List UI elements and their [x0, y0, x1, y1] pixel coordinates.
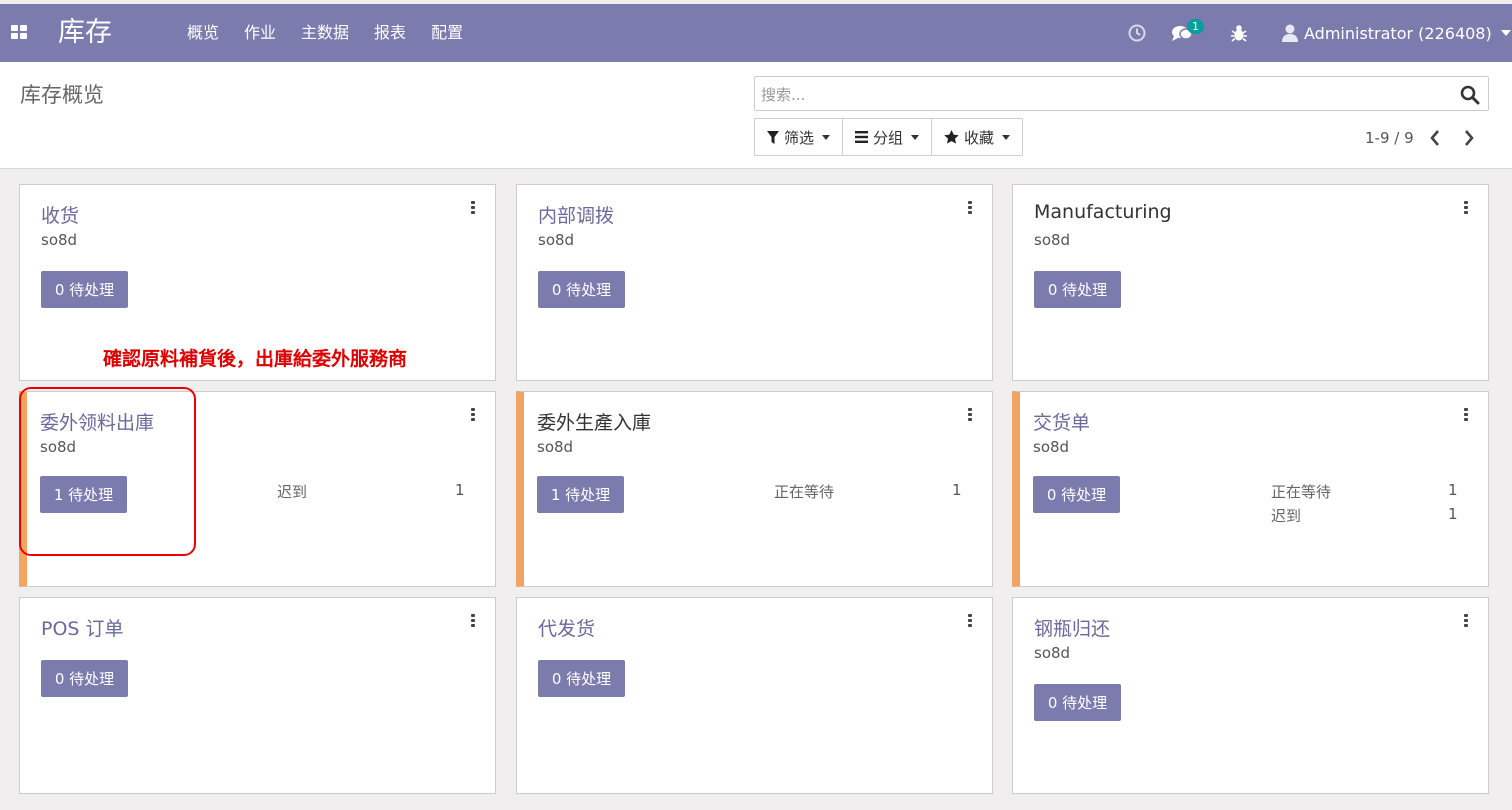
chevron-right-icon[interactable] [1462, 128, 1476, 148]
stat-late-label[interactable]: 迟到 [1271, 505, 1301, 526]
todo-button[interactable]: 1 待处理 [537, 476, 624, 513]
filter-button[interactable]: 筛选 [754, 118, 844, 156]
favorites-caret-icon [1002, 134, 1011, 140]
card-menu-icon[interactable] [968, 614, 972, 628]
kanban-card-delivery-orders[interactable]: 交货单 so8d 0 待处理 正在等待 1 迟到 1 [1012, 391, 1489, 587]
card-title[interactable]: 收货 [41, 201, 79, 228]
card-warehouse: so8d [537, 438, 574, 456]
card-menu-icon[interactable] [471, 201, 475, 215]
menu-item-reporting[interactable]: 报表 [374, 22, 406, 44]
search-options: 筛选 分组 收藏 [754, 118, 1024, 156]
card-title[interactable]: 委外生產入庫 [537, 408, 651, 435]
kanban-card-subcontract-receipt[interactable]: 委外生產入庫 so8d 1 待处理 正在等待 1 [516, 391, 993, 587]
kanban-card-pos-orders[interactable]: POS 订单 0 待处理 [19, 597, 496, 794]
kanban-card-dropship[interactable]: 代发货 0 待处理 [516, 597, 993, 794]
user-caret-icon [1500, 30, 1511, 36]
list-bars-icon [855, 131, 869, 143]
user-menu[interactable]: Administrator (226408) [1282, 18, 1511, 48]
filter-label: 筛选 [784, 128, 815, 147]
chevron-left-icon[interactable] [1428, 128, 1442, 148]
search-input[interactable] [761, 84, 1441, 106]
todo-button[interactable]: 0 待处理 [1034, 684, 1121, 721]
stat-late-value[interactable]: 1 [455, 481, 465, 499]
stat-waiting-label[interactable]: 正在等待 [774, 481, 834, 502]
main-menu: 概览 作业 主数据 报表 配置 [187, 22, 488, 44]
kanban-card-cylinder-return[interactable]: 钢瓶归还 so8d 0 待处理 [1012, 597, 1489, 794]
menu-item-overview[interactable]: 概览 [187, 22, 219, 44]
kanban-card-internal-transfers[interactable]: 内部调拨 so8d 0 待处理 [516, 184, 993, 381]
stat-waiting-label[interactable]: 正在等待 [1271, 481, 1331, 502]
card-warehouse: so8d [538, 231, 575, 249]
card-menu-icon[interactable] [1464, 614, 1468, 628]
kanban-card-manufacturing[interactable]: Manufacturing so8d 0 待处理 [1012, 184, 1489, 381]
control-panel: 库存概览 筛选 分组 收藏 1-9 / 9 [0, 62, 1512, 169]
card-title[interactable]: 交货单 [1033, 408, 1090, 435]
menu-item-configuration[interactable]: 配置 [431, 22, 463, 44]
card-title[interactable]: POS 订单 [41, 614, 124, 641]
group-label: 分组 [873, 128, 904, 147]
card-warehouse: so8d [1033, 438, 1070, 456]
stat-waiting-value[interactable]: 1 [1448, 481, 1458, 499]
todo-button[interactable]: 0 待处理 [538, 271, 625, 308]
card-title[interactable]: 代发货 [538, 614, 595, 641]
card-menu-icon[interactable] [471, 408, 475, 422]
app-brand: 库存 [58, 17, 112, 48]
group-caret-icon [911, 134, 920, 140]
todo-button[interactable]: 0 待处理 [41, 271, 128, 308]
todo-button[interactable]: 0 待处理 [41, 660, 128, 697]
page-title: 库存概览 [20, 83, 104, 107]
chat-count-badge: 1 [1187, 19, 1204, 34]
stat-waiting-value[interactable]: 1 [952, 481, 962, 499]
stat-late-value[interactable]: 1 [1448, 505, 1458, 523]
apps-grid-icon[interactable] [11, 25, 27, 39]
filter-caret-icon [822, 134, 831, 140]
favorites-button[interactable]: 收藏 [931, 118, 1024, 156]
card-warehouse: so8d [1034, 231, 1071, 249]
menu-item-master-data[interactable]: 主数据 [301, 22, 349, 44]
user-avatar-icon [1282, 24, 1298, 42]
group-by-button[interactable]: 分组 [842, 118, 933, 156]
todo-button[interactable]: 0 待处理 [1033, 476, 1120, 513]
card-title[interactable]: 钢瓶归还 [1034, 614, 1110, 641]
card-warehouse: so8d [1034, 644, 1071, 662]
annotation-note: 確認原料補貨後，出庫給委外服務商 [103, 348, 408, 370]
activity-clock-icon[interactable] [1128, 18, 1148, 48]
favorites-label: 收藏 [964, 128, 995, 147]
search-box [754, 76, 1489, 111]
stat-late-label[interactable]: 迟到 [277, 481, 307, 502]
card-menu-icon[interactable] [471, 614, 475, 628]
card-title[interactable]: Manufacturing [1034, 201, 1172, 223]
filter-funnel-icon [767, 130, 779, 144]
todo-button[interactable]: 0 待处理 [1034, 271, 1121, 308]
annotation-highlight-box [19, 387, 196, 556]
card-menu-icon[interactable] [1464, 408, 1468, 422]
debug-bug-icon[interactable] [1231, 18, 1251, 48]
card-title[interactable]: 内部调拨 [538, 201, 614, 228]
user-name: Administrator (226408) [1304, 23, 1492, 43]
card-menu-icon[interactable] [968, 201, 972, 215]
card-warehouse: so8d [41, 231, 78, 249]
card-menu-icon[interactable] [1464, 201, 1468, 215]
card-menu-icon[interactable] [968, 408, 972, 422]
messaging-button[interactable]: 1 [1171, 18, 1211, 48]
top-navbar: 库存 概览 作业 主数据 报表 配置 1 Administrator (2264… [0, 4, 1512, 62]
star-icon [944, 130, 959, 144]
menu-item-operations[interactable]: 作业 [244, 22, 276, 44]
pager-value[interactable]: 1-9 / 9 [1365, 129, 1414, 147]
todo-button[interactable]: 0 待处理 [538, 660, 625, 697]
search-icon[interactable] [1460, 85, 1480, 105]
